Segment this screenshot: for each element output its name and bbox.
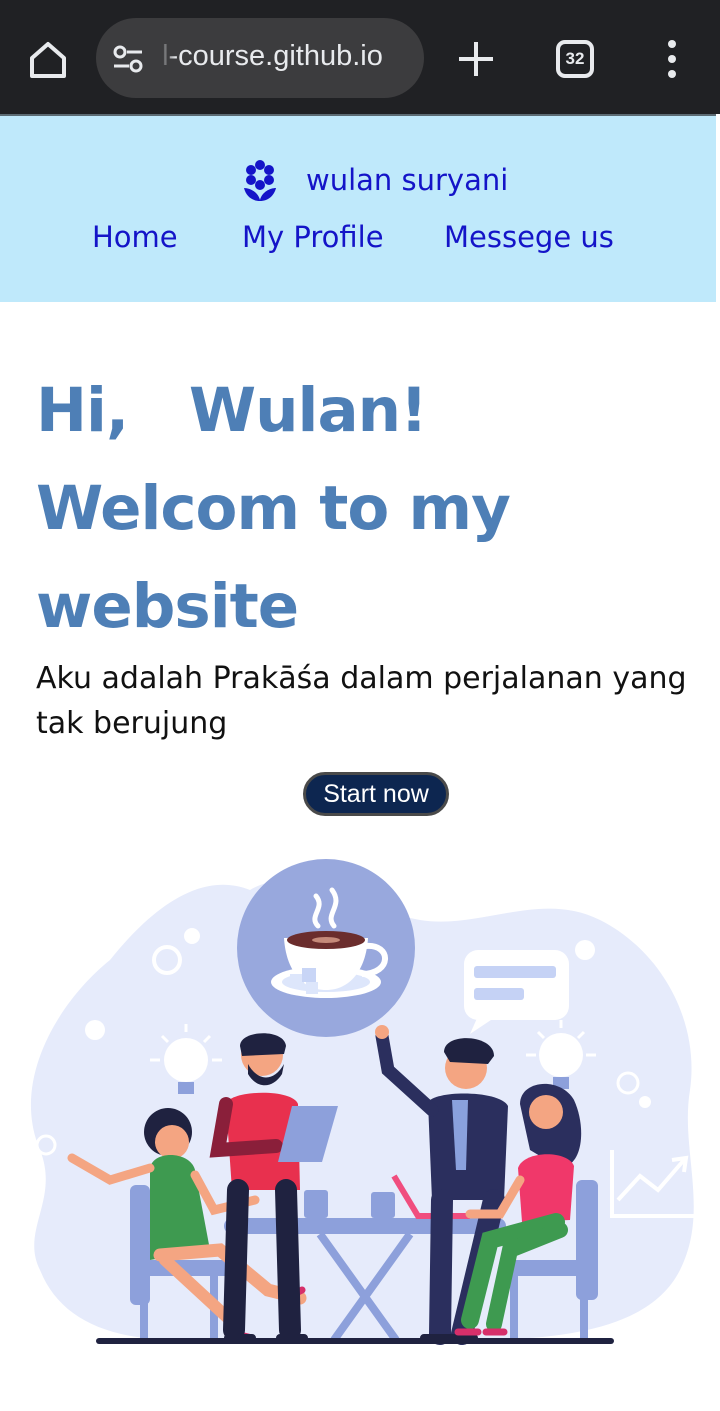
new-tab-icon[interactable] (455, 38, 497, 80)
home-icon[interactable] (26, 38, 70, 82)
url-fade (160, 36, 176, 80)
decor-dot (184, 928, 200, 944)
hero-subtitle: Aku adalah Prakāśa dalam perjalanan yang… (36, 661, 687, 741)
nav-home[interactable]: Home (92, 220, 178, 254)
url-text[interactable]: l-course.github.io (162, 40, 412, 73)
mug-icon (304, 1190, 328, 1218)
nav-message-us[interactable]: Messege us (444, 220, 614, 254)
meeting-table (224, 1218, 506, 1234)
decor-dot (597, 902, 613, 918)
tab-switcher-icon[interactable]: 32 (556, 40, 594, 78)
tab-count: 32 (565, 49, 585, 68)
address-bar[interactable]: l-course.github.io (96, 18, 424, 98)
decor-dot (639, 1096, 651, 1108)
team-meeting-illustration (30, 859, 694, 1345)
hero-title-line-1: Hi, Wulan! (36, 375, 428, 446)
chat-bubble-icon (464, 950, 569, 1020)
decor-dot (575, 940, 595, 960)
floor-line (96, 1338, 614, 1344)
browser-toolbar: l-course.github.io 32 (0, 0, 720, 114)
flower-logo-icon (244, 160, 276, 201)
nav-my-profile[interactable]: My Profile (242, 220, 384, 254)
brand-name: wulan suryani (306, 163, 509, 197)
hero-title-line-3: website (36, 571, 299, 642)
site-settings-icon[interactable] (112, 44, 144, 74)
decor-dot (85, 1020, 105, 1040)
hero-title-line-2: Welcom to my (36, 473, 511, 544)
more-menu-icon[interactable] (662, 38, 682, 80)
start-now-button[interactable]: Start now (303, 772, 449, 816)
brand[interactable]: wulan suryani (240, 158, 508, 202)
hero-title: Hi, Wulan! Welcom to my website (36, 362, 696, 656)
site-header: wulan suryani Home My Profile Messege us (0, 114, 716, 302)
mug-icon (371, 1192, 395, 1218)
